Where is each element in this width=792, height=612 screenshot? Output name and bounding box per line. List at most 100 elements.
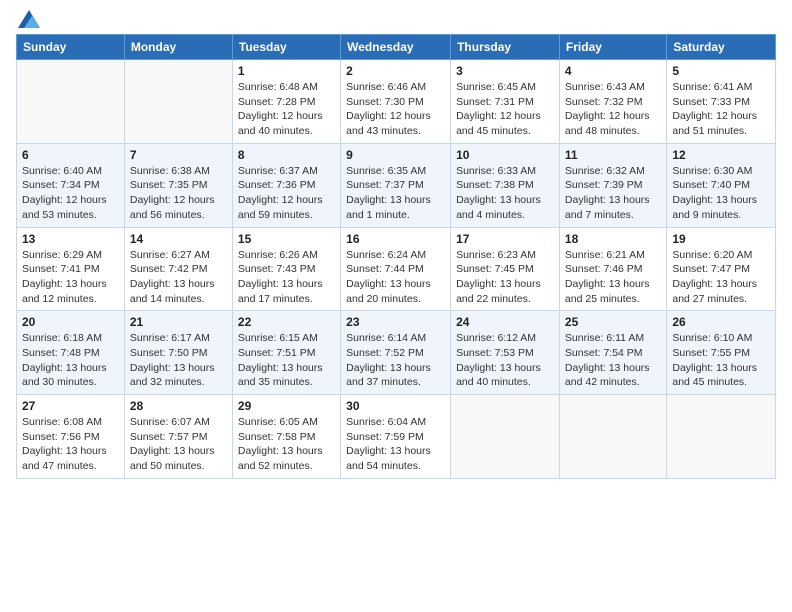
calendar-cell: 29 Sunrise: 6:05 AMSunset: 7:58 PMDayligh…: [232, 395, 340, 479]
header-saturday: Saturday: [667, 35, 776, 60]
day-number: 14: [130, 232, 227, 246]
day-info: Sunrise: 6:38 AMSunset: 7:35 PMDaylight:…: [130, 164, 227, 223]
calendar-cell: 17 Sunrise: 6:23 AMSunset: 7:45 PMDayligh…: [451, 227, 560, 311]
day-number: 26: [672, 315, 770, 329]
calendar-cell: 28 Sunrise: 6:07 AMSunset: 7:57 PMDayligh…: [124, 395, 232, 479]
day-number: 10: [456, 148, 554, 162]
day-info: Sunrise: 6:20 AMSunset: 7:47 PMDaylight:…: [672, 248, 770, 307]
day-info: Sunrise: 6:33 AMSunset: 7:38 PMDaylight:…: [456, 164, 554, 223]
day-info: Sunrise: 6:41 AMSunset: 7:33 PMDaylight:…: [672, 80, 770, 139]
day-info: Sunrise: 6:12 AMSunset: 7:53 PMDaylight:…: [456, 331, 554, 390]
calendar-cell: 23Sunrise: 6:14 AMSunset: 7:52 PMDayligh…: [341, 311, 451, 395]
calendar-cell: 14 Sunrise: 6:27 AMSunset: 7:42 PMDayligh…: [124, 227, 232, 311]
day-number: 8: [238, 148, 335, 162]
day-number: 19: [672, 232, 770, 246]
day-info: Sunrise: 6:07 AMSunset: 7:57 PMDaylight:…: [130, 415, 227, 474]
day-number: 7: [130, 148, 227, 162]
day-info: Sunrise: 6:37 AMSunset: 7:36 PMDaylight:…: [238, 164, 335, 223]
day-number: 2: [346, 64, 445, 78]
day-info: Sunrise: 6:15 AMSunset: 7:51 PMDaylight:…: [238, 331, 335, 390]
header-monday: Monday: [124, 35, 232, 60]
calendar-cell: 3 Sunrise: 6:45 AMSunset: 7:31 PMDaylight…: [451, 60, 560, 144]
day-info: Sunrise: 6:43 AMSunset: 7:32 PMDaylight:…: [565, 80, 661, 139]
day-number: 22: [238, 315, 335, 329]
day-number: 16: [346, 232, 445, 246]
logo-icon: [18, 10, 40, 28]
header-friday: Friday: [559, 35, 666, 60]
logo: [16, 10, 40, 28]
day-number: 28: [130, 399, 227, 413]
day-info: Sunrise: 6:24 AMSunset: 7:44 PMDaylight:…: [346, 248, 445, 307]
day-number: 24: [456, 315, 554, 329]
calendar-cell: 30Sunrise: 6:04 AMSunset: 7:59 PMDayligh…: [341, 395, 451, 479]
calendar-cell: 8 Sunrise: 6:37 AMSunset: 7:36 PMDaylight…: [232, 143, 340, 227]
day-number: 12: [672, 148, 770, 162]
calendar-cell: 1Sunrise: 6:48 AMSunset: 7:28 PMDaylight…: [232, 60, 340, 144]
calendar-cell: 5 Sunrise: 6:41 AMSunset: 7:33 PMDaylight…: [667, 60, 776, 144]
week-row-1: 1Sunrise: 6:48 AMSunset: 7:28 PMDaylight…: [17, 60, 776, 144]
day-info: Sunrise: 6:35 AMSunset: 7:37 PMDaylight:…: [346, 164, 445, 223]
day-number: 3: [456, 64, 554, 78]
day-number: 18: [565, 232, 661, 246]
day-number: 25: [565, 315, 661, 329]
day-number: 27: [22, 399, 119, 413]
day-number: 13: [22, 232, 119, 246]
calendar-cell: 25 Sunrise: 6:11 AMSunset: 7:54 PMDayligh…: [559, 311, 666, 395]
calendar-cell: 9 Sunrise: 6:35 AMSunset: 7:37 PMDaylight…: [341, 143, 451, 227]
calendar-cell: 21 Sunrise: 6:17 AMSunset: 7:50 PMDayligh…: [124, 311, 232, 395]
header-sunday: Sunday: [17, 35, 125, 60]
calendar-cell: 26 Sunrise: 6:10 AMSunset: 7:55 PMDayligh…: [667, 311, 776, 395]
calendar-cell: 19 Sunrise: 6:20 AMSunset: 7:47 PMDayligh…: [667, 227, 776, 311]
day-info: Sunrise: 6:32 AMSunset: 7:39 PMDaylight:…: [565, 164, 661, 223]
header-tuesday: Tuesday: [232, 35, 340, 60]
calendar-cell: 20 Sunrise: 6:18 AMSunset: 7:48 PMDayligh…: [17, 311, 125, 395]
calendar-cell: 22 Sunrise: 6:15 AMSunset: 7:51 PMDayligh…: [232, 311, 340, 395]
calendar-cell: 18 Sunrise: 6:21 AMSunset: 7:46 PMDayligh…: [559, 227, 666, 311]
day-info: Sunrise: 6:46 AMSunset: 7:30 PMDaylight:…: [346, 80, 445, 139]
calendar-cell: [124, 60, 232, 144]
week-row-2: 6 Sunrise: 6:40 AMSunset: 7:34 PMDaylight…: [17, 143, 776, 227]
day-number: 4: [565, 64, 661, 78]
day-info: Sunrise: 6:45 AMSunset: 7:31 PMDaylight:…: [456, 80, 554, 139]
day-number: 11: [565, 148, 661, 162]
calendar-cell: [17, 60, 125, 144]
calendar-cell: 27Sunrise: 6:08 AMSunset: 7:56 PMDayligh…: [17, 395, 125, 479]
calendar-cell: 4 Sunrise: 6:43 AMSunset: 7:32 PMDaylight…: [559, 60, 666, 144]
day-number: 21: [130, 315, 227, 329]
day-info: Sunrise: 6:23 AMSunset: 7:45 PMDaylight:…: [456, 248, 554, 307]
week-row-4: 20 Sunrise: 6:18 AMSunset: 7:48 PMDayligh…: [17, 311, 776, 395]
day-info: Sunrise: 6:29 AMSunset: 7:41 PMDaylight:…: [22, 248, 119, 307]
day-number: 15: [238, 232, 335, 246]
day-number: 17: [456, 232, 554, 246]
calendar-cell: 12 Sunrise: 6:30 AMSunset: 7:40 PMDayligh…: [667, 143, 776, 227]
day-info: Sunrise: 6:05 AMSunset: 7:58 PMDaylight:…: [238, 415, 335, 474]
day-info: Sunrise: 6:17 AMSunset: 7:50 PMDaylight:…: [130, 331, 227, 390]
day-info: Sunrise: 6:11 AMSunset: 7:54 PMDaylight:…: [565, 331, 661, 390]
day-number: 1: [238, 64, 335, 78]
header-wednesday: Wednesday: [341, 35, 451, 60]
calendar-cell: [667, 395, 776, 479]
day-info: Sunrise: 6:21 AMSunset: 7:46 PMDaylight:…: [565, 248, 661, 307]
calendar-cell: 2 Sunrise: 6:46 AMSunset: 7:30 PMDaylight…: [341, 60, 451, 144]
calendar: SundayMondayTuesdayWednesdayThursdayFrid…: [16, 34, 776, 479]
day-number: 29: [238, 399, 335, 413]
calendar-cell: 13 Sunrise: 6:29 AMSunset: 7:41 PMDayligh…: [17, 227, 125, 311]
day-info: Sunrise: 6:30 AMSunset: 7:40 PMDaylight:…: [672, 164, 770, 223]
day-number: 20: [22, 315, 119, 329]
calendar-cell: 24 Sunrise: 6:12 AMSunset: 7:53 PMDayligh…: [451, 311, 560, 395]
day-info: Sunrise: 6:18 AMSunset: 7:48 PMDaylight:…: [22, 331, 119, 390]
calendar-cell: 7 Sunrise: 6:38 AMSunset: 7:35 PMDaylight…: [124, 143, 232, 227]
day-number: 23: [346, 315, 445, 329]
calendar-cell: 16 Sunrise: 6:24 AMSunset: 7:44 PMDayligh…: [341, 227, 451, 311]
calendar-cell: 15Sunrise: 6:26 AMSunset: 7:43 PMDayligh…: [232, 227, 340, 311]
day-number: 5: [672, 64, 770, 78]
day-info: Sunrise: 6:27 AMSunset: 7:42 PMDaylight:…: [130, 248, 227, 307]
day-info: Sunrise: 6:04 AMSunset: 7:59 PMDaylight:…: [346, 415, 445, 474]
calendar-cell: 11 Sunrise: 6:32 AMSunset: 7:39 PMDayligh…: [559, 143, 666, 227]
week-row-3: 13 Sunrise: 6:29 AMSunset: 7:41 PMDayligh…: [17, 227, 776, 311]
day-info: Sunrise: 6:40 AMSunset: 7:34 PMDaylight:…: [22, 164, 119, 223]
day-info: Sunrise: 6:10 AMSunset: 7:55 PMDaylight:…: [672, 331, 770, 390]
day-number: 9: [346, 148, 445, 162]
day-number: 6: [22, 148, 119, 162]
page: SundayMondayTuesdayWednesdayThursdayFrid…: [0, 0, 792, 489]
